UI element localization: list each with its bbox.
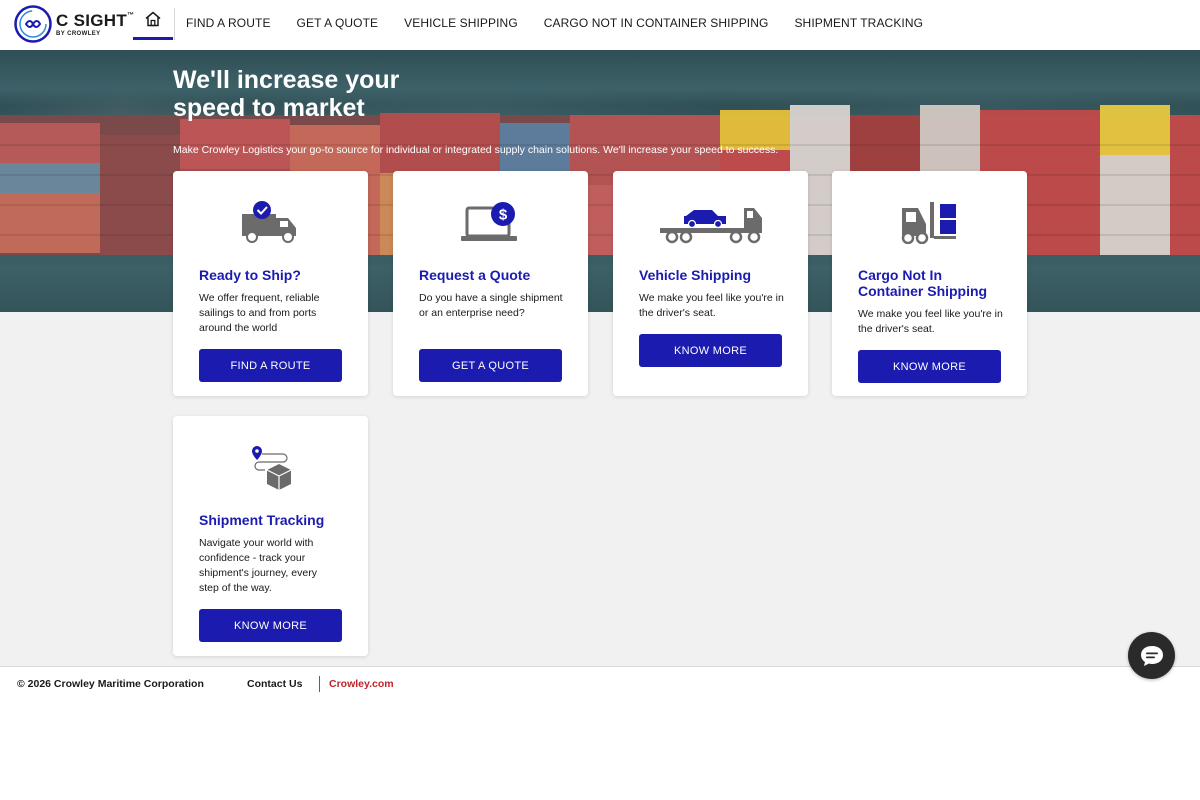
package-tracking-icon bbox=[251, 446, 291, 490]
chat-bubble-icon bbox=[1140, 645, 1163, 666]
card-description: Navigate your world with confidence - tr… bbox=[199, 537, 317, 594]
cargo-know-more-button[interactable]: KNOW MORE bbox=[858, 350, 1001, 383]
page-footer: © 2026 Crowley Maritime Corporation Cont… bbox=[0, 666, 1200, 800]
card-description: We offer frequent, reliable sailings to … bbox=[199, 292, 320, 334]
crowley-com-link[interactable]: Crowley.com bbox=[329, 678, 394, 690]
card-description: Do you have a single shipment or an ente… bbox=[419, 292, 563, 319]
car-carrier-icon bbox=[659, 208, 762, 244]
svg-text:$: $ bbox=[498, 207, 507, 224]
brand-subtitle: BY CROWLEY bbox=[56, 30, 101, 37]
chat-button[interactable] bbox=[1128, 632, 1175, 679]
brand-title: C SIGHT™ bbox=[56, 10, 135, 30]
card-title: Request a Quote bbox=[419, 267, 531, 283]
hero-title: We'll increase your speed to market bbox=[173, 66, 400, 122]
card-title: Shipment Tracking bbox=[199, 512, 325, 528]
find-a-route-button[interactable]: FIND A ROUTE bbox=[199, 349, 342, 382]
c-sight-logo-icon bbox=[14, 5, 52, 43]
truck-check-icon bbox=[241, 201, 296, 243]
main-nav: FIND A ROUTE GET A QUOTE VEHICLE SHIPPIN… bbox=[186, 0, 949, 46]
top-header: C SIGHT™ BY CROWLEY FIND A ROUTE GET A Q… bbox=[0, 0, 1200, 50]
card-title: Ready to Ship? bbox=[199, 267, 301, 283]
card-request-a-quote: $ Request a Quote Do you have a single s… bbox=[393, 171, 588, 396]
brand-logo[interactable]: C SIGHT™ BY CROWLEY bbox=[14, 4, 134, 44]
nav-shipment-tracking[interactable]: SHIPMENT TRACKING bbox=[794, 16, 923, 30]
card-description: We make you feel like you're in the driv… bbox=[858, 308, 1003, 335]
vehicle-know-more-button[interactable]: KNOW MORE bbox=[639, 334, 782, 367]
card-vehicle-shipping: Vehicle Shipping We make you feel like y… bbox=[613, 171, 808, 396]
card-title: Cargo Not In Container Shipping bbox=[858, 267, 988, 299]
nav-divider bbox=[174, 8, 175, 40]
nav-get-a-quote[interactable]: GET A QUOTE bbox=[297, 16, 379, 30]
card-shipment-tracking: Shipment Tracking Navigate your world wi… bbox=[173, 416, 368, 656]
hero-subtitle: Make Crowley Logistics your go-to source… bbox=[173, 144, 779, 156]
card-description: We make you feel like you're in the driv… bbox=[639, 292, 784, 319]
copyright-text: © 2026 Crowley Maritime Corporation bbox=[17, 678, 204, 690]
card-cargo-not-in-container: Cargo Not In Container Shipping We make … bbox=[832, 171, 1027, 396]
nav-find-a-route[interactable]: FIND A ROUTE bbox=[186, 16, 271, 30]
home-icon bbox=[145, 11, 161, 26]
contact-us-link[interactable]: Contact Us bbox=[247, 678, 302, 690]
nav-cargo-not-in-container[interactable]: CARGO NOT IN CONTAINER SHIPPING bbox=[544, 16, 769, 30]
laptop-dollar-icon: $ bbox=[460, 202, 517, 241]
card-title: Vehicle Shipping bbox=[639, 267, 752, 283]
nav-vehicle-shipping[interactable]: VEHICLE SHIPPING bbox=[404, 16, 518, 30]
footer-divider bbox=[319, 676, 320, 692]
get-a-quote-button[interactable]: GET A QUOTE bbox=[419, 349, 562, 382]
tracking-know-more-button[interactable]: KNOW MORE bbox=[199, 609, 342, 642]
forklift-icon bbox=[901, 202, 956, 244]
home-nav-button[interactable] bbox=[133, 0, 173, 40]
card-ready-to-ship: Ready to Ship? We offer frequent, reliab… bbox=[173, 171, 368, 396]
